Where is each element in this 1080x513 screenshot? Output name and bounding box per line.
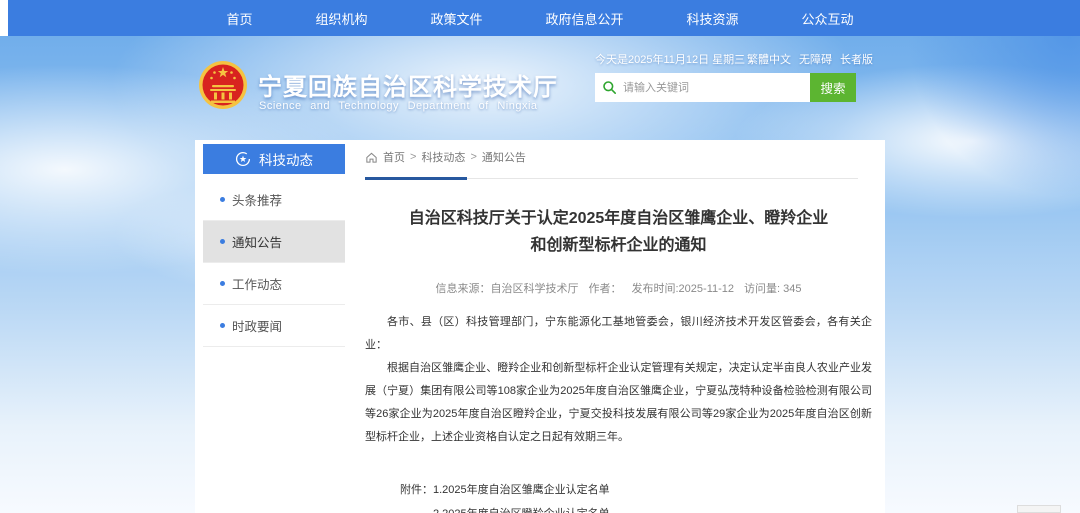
meta-author: 作者： <box>589 280 622 296</box>
floating-widget[interactable] <box>1017 505 1061 513</box>
home-icon <box>365 151 378 164</box>
sidebar-item-work-dynamics[interactable]: 工作动态 <box>203 263 345 305</box>
attachments-list: 1.2025年度自治区雏鹰企业认定名单 2.2025年度自治区瞪羚企业认定名单 … <box>433 478 643 513</box>
breadcrumb: 首页 > 科技动态 > 通知公告 <box>365 149 872 165</box>
meta-source: 信息来源：自治区科学技术厅 <box>436 280 579 296</box>
header-utility-row: 今天是2025年11月12日 星期三 繁體中文 无障碍 长者版 <box>595 51 873 67</box>
sidebar-item-label: 工作动态 <box>232 274 282 293</box>
article-body: 各市、县（区）科技管理部门，宁东能源化工基地管委会，银川经济技术开发区管委会，各… <box>365 311 872 449</box>
sidebar-item-label: 头条推荐 <box>232 190 282 209</box>
link-elderly-version[interactable]: 长者版 <box>840 51 873 67</box>
link-traditional-chinese[interactable]: 繁體中文 <box>747 51 791 67</box>
sidebar-item-label: 通知公告 <box>232 232 282 251</box>
article-meta: 信息来源：自治区科学技术厅 作者： 发布时间:2025-11-12 访问量: 3… <box>365 280 872 296</box>
attachment-link-2[interactable]: 2.2025年度自治区瞪羚企业认定名单 <box>433 502 643 513</box>
nav-item-organization[interactable]: 组织机构 <box>315 9 367 28</box>
sidebar-title: 科技动态 <box>259 149 313 169</box>
national-emblem-logo <box>198 60 248 110</box>
nav-item-resources[interactable]: 科技资源 <box>686 9 738 28</box>
link-accessibility[interactable]: 无障碍 <box>799 51 832 67</box>
sidebar-item-political-news[interactable]: 时政要闻 <box>203 305 345 347</box>
nav-item-gov-info[interactable]: 政府信息公开 <box>545 9 623 28</box>
attachments: 附件： 1.2025年度自治区雏鹰企业认定名单 2.2025年度自治区瞪羚企业认… <box>400 478 872 513</box>
content-card: 科技动态 头条推荐 通知公告 工作动态 时政要闻 <box>195 140 885 513</box>
meta-publish-date: 发布时间:2025-11-12 <box>632 280 735 296</box>
sidebar-list: 头条推荐 通知公告 工作动态 时政要闻 <box>203 179 345 347</box>
sidebar-item-headlines[interactable]: 头条推荐 <box>203 179 345 221</box>
current-date: 今天是2025年11月12日 星期三 <box>595 51 745 67</box>
article-title: 自治区科技厅关于认定2025年度自治区雏鹰企业、瞪羚企业 和创新型标杆企业的通知 <box>365 205 872 259</box>
breadcrumb-home[interactable]: 首页 <box>383 149 405 165</box>
site-subtitle: Science and Technology Department of Nin… <box>259 100 538 112</box>
nav-item-home[interactable]: 首页 <box>226 9 252 28</box>
search-icon <box>602 80 617 95</box>
bullet-dot-icon <box>220 323 225 328</box>
search-bar: 搜索 <box>595 73 856 102</box>
nav-item-policy[interactable]: 政策文件 <box>430 9 482 28</box>
breadcrumb-section[interactable]: 科技动态 <box>421 149 465 165</box>
breadcrumb-separator: > <box>470 151 476 163</box>
search-input-wrap <box>595 73 810 102</box>
main-content: 首页 > 科技动态 > 通知公告 自治区科技厅关于认定2025年度自治区雏鹰企业… <box>365 140 872 513</box>
bullet-dot-icon <box>220 281 225 286</box>
bullet-dot-icon <box>220 239 225 244</box>
top-navigation-bar: 首页 组织机构 政策文件 政府信息公开 科技资源 公众互动 <box>8 0 1080 36</box>
paragraph: 根据自治区雏鹰企业、瞪羚企业和创新型标杆企业认定管理有关规定，决定认定半亩良人农… <box>365 357 872 449</box>
meta-visit-count: 访问量: 345 <box>744 280 801 296</box>
paragraph: 各市、县（区）科技管理部门，宁东能源化工基地管委会，银川经济技术开发区管委会，各… <box>365 311 872 357</box>
breadcrumb-separator: > <box>410 151 416 163</box>
quick-links: 繁體中文 无障碍 长者版 <box>747 51 873 67</box>
sidebar: 科技动态 头条推荐 通知公告 工作动态 时政要闻 <box>203 144 345 347</box>
divider-accent <box>365 177 467 180</box>
nav-item-interaction[interactable]: 公众互动 <box>801 9 853 28</box>
article-title-line2: 和创新型标杆企业的通知 <box>365 232 872 259</box>
article-title-line1: 自治区科技厅关于认定2025年度自治区雏鹰企业、瞪羚企业 <box>365 205 872 232</box>
sidebar-item-notices[interactable]: 通知公告 <box>203 221 345 263</box>
site-title: 宁夏回族自治区科学技术厅 <box>258 67 558 102</box>
bullet-dot-icon <box>220 197 225 202</box>
breadcrumb-current: 通知公告 <box>482 149 526 165</box>
breadcrumb-divider <box>365 177 872 180</box>
nav-items: 首页 组织机构 政策文件 政府信息公开 科技资源 公众互动 <box>195 0 885 36</box>
attachments-label: 附件： <box>400 478 433 513</box>
sidebar-header: 科技动态 <box>203 144 345 174</box>
star-circle-icon <box>235 151 251 167</box>
attachment-link-1[interactable]: 1.2025年度自治区雏鹰企业认定名单 <box>433 478 643 502</box>
sidebar-item-label: 时政要闻 <box>232 316 282 335</box>
search-button[interactable]: 搜索 <box>810 73 856 102</box>
search-input[interactable] <box>595 73 810 102</box>
